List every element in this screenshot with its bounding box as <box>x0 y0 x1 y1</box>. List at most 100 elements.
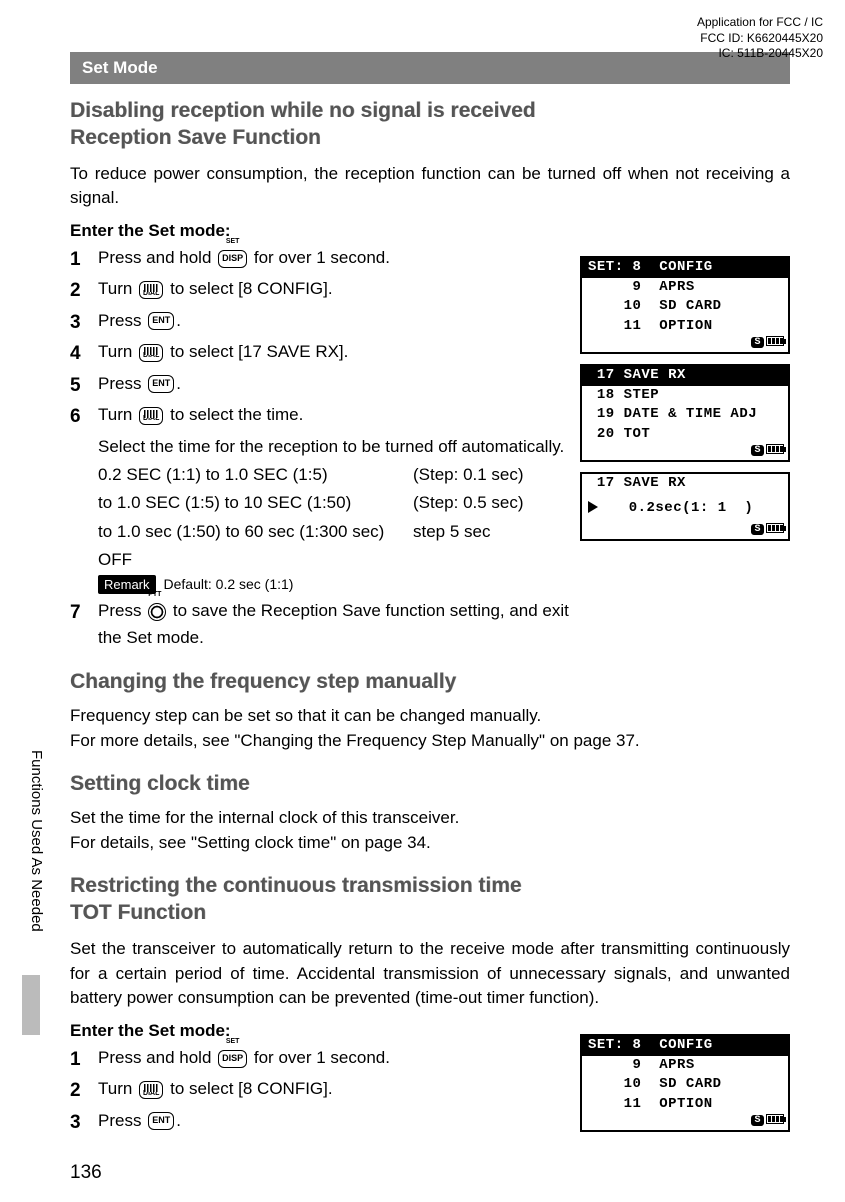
lcd-row: 17 SAVE RX <box>582 366 788 386</box>
step: 1Press and hold SETDISP for over 1 secon… <box>70 1045 570 1074</box>
remark-text: Default: 0.2 sec (1:1) <box>164 576 294 592</box>
lcd-status: S <box>582 336 788 348</box>
page-number: 136 <box>70 1162 102 1184</box>
enter-set-mode-label: Enter the Set mode: <box>70 221 790 241</box>
title-line: Reception Save Function <box>70 125 790 152</box>
step-text: Turn <box>98 342 137 361</box>
lcd-config: SET: 8 CONFIG 9 APRS 10 SD CARD 11 OPTIO… <box>580 1034 790 1132</box>
set-label: SET <box>226 1037 240 1048</box>
ent-key-icon: ENT <box>148 375 174 393</box>
step-text: . <box>176 374 181 393</box>
step-text: Press and hold <box>98 248 216 267</box>
step-sub: (Step: 0.5 sec) <box>413 490 524 516</box>
doc-header: Application for FCC / IC FCC ID: K662044… <box>697 15 823 62</box>
step-sub: OFF <box>98 547 570 573</box>
step-text: to save the Reception Save function sett… <box>98 601 569 646</box>
body-text: For more details, see "Changing the Freq… <box>70 729 790 754</box>
step: 6Turn DIAL to select the time. <box>70 402 570 431</box>
remark-row: Remark Default: 0.2 sec (1:1) <box>70 575 570 594</box>
title-line: Disabling reception while no signal is r… <box>70 98 790 125</box>
lcd-row: 9 APRS <box>582 278 788 298</box>
lcd-status: S <box>582 444 788 456</box>
section-title-reception-save: Disabling reception while no signal is r… <box>70 98 790 152</box>
lcd-row: 19 DATE & TIME ADJ <box>582 405 788 425</box>
disp-key-icon: DISP <box>218 250 247 268</box>
step-sub: Select the time for the reception to be … <box>98 434 570 460</box>
body-text: Frequency step can be set so that it can… <box>70 704 790 729</box>
step: 3Press ENT. <box>70 308 570 337</box>
step-text: Press <box>98 374 146 393</box>
lcd-saverx-list: 17 SAVE RX 18 STEP 19 DATE & TIME ADJ 20… <box>580 364 790 462</box>
step-sub-row: to 1.0 sec (1:50) to 60 sec (1:300 sec)s… <box>98 519 570 545</box>
step-text: Turn <box>98 279 137 298</box>
lcd-row: 11 OPTION <box>582 317 788 337</box>
lcd-row: 10 SD CARD <box>582 297 788 317</box>
section-title-tot: Restricting the continuous transmission … <box>70 873 790 927</box>
side-tab-text: Functions Used As Needed <box>28 750 45 932</box>
remark-badge: Remark <box>98 575 156 594</box>
step: 2Turn DIAL to select [8 CONFIG]. <box>70 1076 570 1105</box>
step: 1Press and hold SETDISP for over 1 secon… <box>70 245 570 274</box>
lcd-row: SET: 8 CONFIG <box>582 1036 788 1056</box>
lcd-value: 0.2sec(1: 1 ) <box>602 500 753 516</box>
lcd-status: S <box>582 1114 788 1126</box>
ptt-key-icon <box>148 603 166 621</box>
intro-text: To reduce power consumption, the recepti… <box>70 162 790 211</box>
step-text: for over 1 second. <box>249 1048 390 1067</box>
lcd-row: 17 SAVE RX <box>582 474 788 494</box>
lcd-column-2: SET: 8 CONFIG 9 APRS 10 SD CARD 11 OPTIO… <box>580 1034 790 1142</box>
step-text: Turn <box>98 1079 137 1098</box>
disp-key-icon: DISP <box>218 1050 247 1068</box>
play-arrow-icon <box>588 501 598 513</box>
dial-key-icon: DIAL <box>139 281 163 299</box>
step-sub: step 5 sec <box>413 519 491 545</box>
page: Application for FCC / IC FCC ID: K662044… <box>0 0 845 1202</box>
title-line: TOT Function <box>70 900 790 927</box>
dial-key-icon: DIAL <box>139 344 163 362</box>
section-title-freq-step: Changing the frequency step manually <box>70 669 790 696</box>
lcd-status: S <box>582 523 788 535</box>
step-text: to select the time. <box>165 405 303 424</box>
step-text: . <box>176 1111 181 1130</box>
dial-key-icon: DIAL <box>139 1081 163 1099</box>
lcd-row: 11 OPTION <box>582 1095 788 1115</box>
dial-key-icon: DIAL <box>139 407 163 425</box>
lcd-column-1: SET: 8 CONFIG 9 APRS 10 SD CARD 11 OPTIO… <box>580 256 790 551</box>
ent-key-icon: ENT <box>148 1112 174 1130</box>
header-line: FCC ID: K6620445X20 <box>697 31 823 47</box>
step-text: to select [8 CONFIG]. <box>165 1079 332 1098</box>
ptt-label: PTT <box>148 590 161 601</box>
body-text: For details, see "Setting clock time" on… <box>70 831 790 856</box>
header-line: Application for FCC / IC <box>697 15 823 31</box>
step-sub: 0.2 SEC (1:1) to 1.0 SEC (1:5) <box>98 462 413 488</box>
lcd-row: 20 TOT <box>582 425 788 445</box>
lcd-config: SET: 8 CONFIG 9 APRS 10 SD CARD 11 OPTIO… <box>580 256 790 354</box>
step-text: Press <box>98 311 146 330</box>
step: 4Turn DIAL to select [17 SAVE RX]. <box>70 339 570 368</box>
side-tab-marker <box>22 975 40 1035</box>
section-title-clock: Setting clock time <box>70 771 790 798</box>
step: 3Press ENT. <box>70 1108 570 1137</box>
step-text: to select [8 CONFIG]. <box>165 279 332 298</box>
step-text: Press <box>98 1111 146 1130</box>
step-sub-row: 0.2 SEC (1:1) to 1.0 SEC (1:5)(Step: 0.1… <box>98 462 570 488</box>
set-mode-banner: Set Mode <box>70 52 790 84</box>
lcd-row: SET: 8 CONFIG <box>582 258 788 278</box>
steps-list-1: 1Press and hold SETDISP for over 1 secon… <box>70 245 570 651</box>
ent-key-icon: ENT <box>148 312 174 330</box>
step-text: Turn <box>98 405 137 424</box>
step-text: to select [17 SAVE RX]. <box>165 342 348 361</box>
step: 7Press PTT to save the Reception Save fu… <box>70 598 570 651</box>
lcd-row: 10 SD CARD <box>582 1075 788 1095</box>
steps-list-2: 1Press and hold SETDISP for over 1 secon… <box>70 1045 570 1137</box>
step-text: Press and hold <box>98 1048 216 1067</box>
step: 5Press ENT. <box>70 371 570 400</box>
lcd-row: 9 APRS <box>582 1056 788 1076</box>
lcd-row: 0.2sec(1: 1 ) <box>582 494 788 524</box>
step-text: Press <box>98 601 146 620</box>
step-sub: to 1.0 sec (1:50) to 60 sec (1:300 sec) <box>98 519 413 545</box>
step-sub-row: to 1.0 SEC (1:5) to 10 SEC (1:50)(Step: … <box>98 490 570 516</box>
step: 2Turn DIAL to select [8 CONFIG]. <box>70 276 570 305</box>
step-sub: to 1.0 SEC (1:5) to 10 SEC (1:50) <box>98 490 413 516</box>
title-line: Restricting the continuous transmission … <box>70 873 790 900</box>
